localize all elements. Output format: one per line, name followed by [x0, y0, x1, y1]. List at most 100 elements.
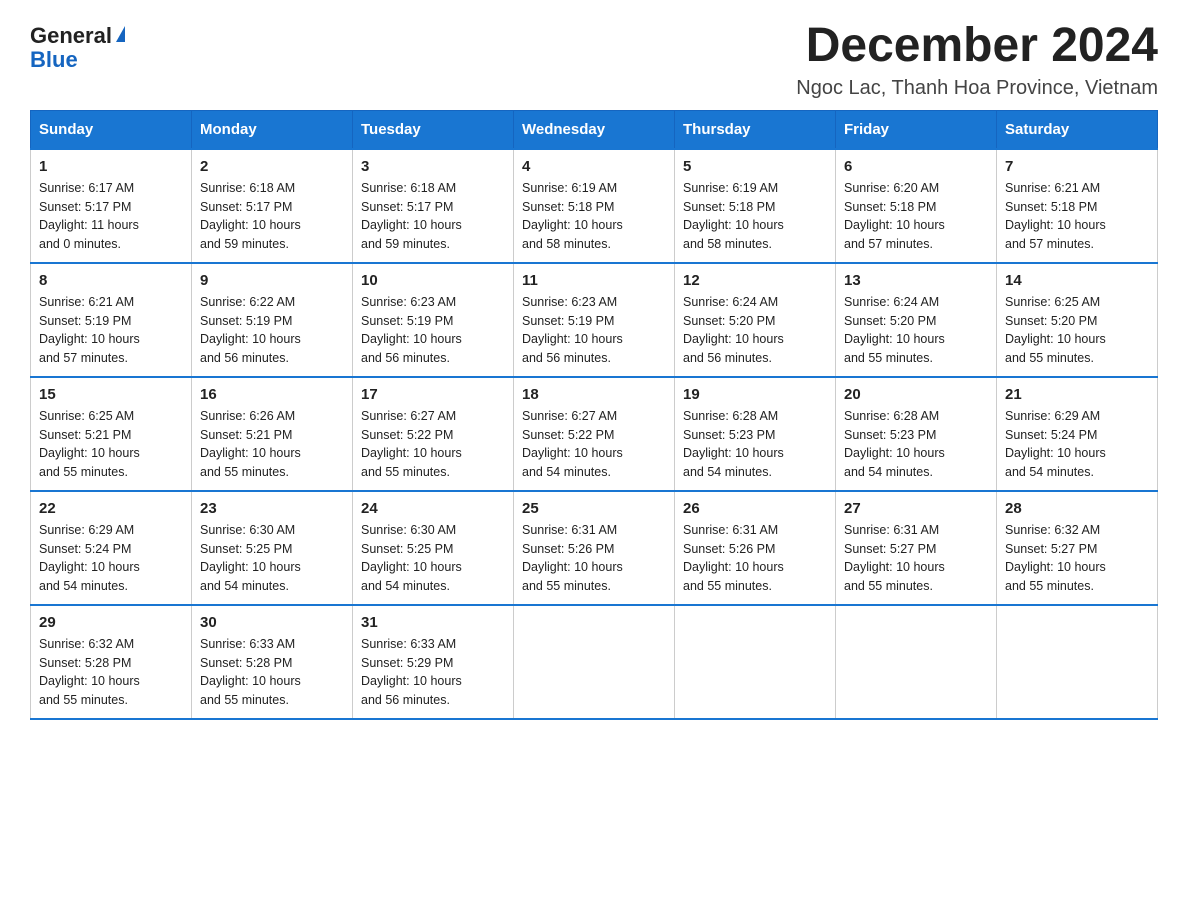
day-number: 20 [844, 386, 988, 403]
calendar-cell: 29Sunrise: 6:32 AMSunset: 5:28 PMDayligh… [31, 605, 192, 719]
day-number: 6 [844, 158, 988, 175]
day-info: Sunrise: 6:33 AMSunset: 5:29 PMDaylight:… [361, 635, 505, 710]
calendar-cell: 27 Sunrise: 6:31 AMSunset: 5:27 PMDayligh… [836, 491, 997, 605]
calendar-cell: 4 Sunrise: 6:19 AMSunset: 5:18 PMDaylight… [514, 149, 675, 263]
day-number: 25 [522, 500, 666, 517]
day-info: Sunrise: 6:23 AMSunset: 5:19 PMDaylight:… [361, 293, 505, 368]
day-number: 29 [39, 614, 183, 631]
day-number: 4 [522, 158, 666, 175]
day-info: Sunrise: 6:28 AMSunset: 5:23 PMDaylight:… [844, 407, 988, 482]
day-number: 7 [1005, 158, 1149, 175]
calendar-cell: 28 Sunrise: 6:32 AMSunset: 5:27 PMDayligh… [997, 491, 1158, 605]
day-number: 14 [1005, 272, 1149, 289]
calendar-cell [997, 605, 1158, 719]
calendar-header-tuesday: Tuesday [353, 110, 514, 149]
calendar-cell: 26 Sunrise: 6:31 AMSunset: 5:26 PMDayligh… [675, 491, 836, 605]
calendar-header-sunday: Sunday [31, 110, 192, 149]
calendar-cell: 11Sunrise: 6:23 AMSunset: 5:19 PMDayligh… [514, 263, 675, 377]
logo: General Blue [30, 25, 125, 71]
calendar-cell: 10 Sunrise: 6:23 AMSunset: 5:19 PMDayligh… [353, 263, 514, 377]
day-number: 16 [200, 386, 344, 403]
calendar-body: 1 Sunrise: 6:17 AMSunset: 5:17 PMDaylight… [31, 149, 1158, 719]
day-number: 30 [200, 614, 344, 631]
day-info: Sunrise: 6:27 AMSunset: 5:22 PMDaylight:… [361, 407, 505, 482]
day-number: 22 [39, 500, 183, 517]
day-number: 23 [200, 500, 344, 517]
calendar-cell: 16Sunrise: 6:26 AMSunset: 5:21 PMDayligh… [192, 377, 353, 491]
calendar-cell: 14Sunrise: 6:25 AMSunset: 5:20 PMDayligh… [997, 263, 1158, 377]
day-number: 21 [1005, 386, 1149, 403]
day-number: 1 [39, 158, 183, 175]
calendar-cell: 23 Sunrise: 6:30 AMSunset: 5:25 PMDayligh… [192, 491, 353, 605]
day-info: Sunrise: 6:30 AMSunset: 5:25 PMDaylight:… [200, 521, 344, 596]
day-info: Sunrise: 6:31 AMSunset: 5:26 PMDaylight:… [683, 521, 827, 596]
day-number: 2 [200, 158, 344, 175]
day-info: Sunrise: 6:19 AMSunset: 5:18 PMDaylight:… [683, 179, 827, 254]
calendar-header-wednesday: Wednesday [514, 110, 675, 149]
day-info: Sunrise: 6:24 AMSunset: 5:20 PMDaylight:… [683, 293, 827, 368]
calendar-cell: 8Sunrise: 6:21 AMSunset: 5:19 PMDaylight… [31, 263, 192, 377]
calendar-week-row: 1 Sunrise: 6:17 AMSunset: 5:17 PMDaylight… [31, 149, 1158, 263]
day-info: Sunrise: 6:29 AMSunset: 5:24 PMDaylight:… [1005, 407, 1149, 482]
calendar-cell: 1 Sunrise: 6:17 AMSunset: 5:17 PMDaylight… [31, 149, 192, 263]
day-number: 15 [39, 386, 183, 403]
logo-triangle-icon [116, 26, 125, 42]
calendar-cell: 7 Sunrise: 6:21 AMSunset: 5:18 PMDaylight… [997, 149, 1158, 263]
calendar-cell: 2Sunrise: 6:18 AMSunset: 5:17 PMDaylight… [192, 149, 353, 263]
calendar-cell: 18 Sunrise: 6:27 AMSunset: 5:22 PMDayligh… [514, 377, 675, 491]
calendar-cell: 21 Sunrise: 6:29 AMSunset: 5:24 PMDayligh… [997, 377, 1158, 491]
day-number: 9 [200, 272, 344, 289]
day-info: Sunrise: 6:18 AMSunset: 5:17 PMDaylight:… [361, 179, 505, 254]
day-number: 12 [683, 272, 827, 289]
calendar-cell: 17Sunrise: 6:27 AMSunset: 5:22 PMDayligh… [353, 377, 514, 491]
day-info: Sunrise: 6:27 AMSunset: 5:22 PMDaylight:… [522, 407, 666, 482]
calendar-cell: 30Sunrise: 6:33 AMSunset: 5:28 PMDayligh… [192, 605, 353, 719]
day-info: Sunrise: 6:31 AMSunset: 5:27 PMDaylight:… [844, 521, 988, 596]
day-info: Sunrise: 6:32 AMSunset: 5:27 PMDaylight:… [1005, 521, 1149, 596]
calendar-week-row: 22 Sunrise: 6:29 AMSunset: 5:24 PMDayligh… [31, 491, 1158, 605]
day-number: 26 [683, 500, 827, 517]
calendar-cell [675, 605, 836, 719]
month-title: December 2024 [796, 20, 1158, 73]
day-number: 3 [361, 158, 505, 175]
day-number: 31 [361, 614, 505, 631]
day-info: Sunrise: 6:20 AMSunset: 5:18 PMDaylight:… [844, 179, 988, 254]
calendar-cell: 24 Sunrise: 6:30 AMSunset: 5:25 PMDayligh… [353, 491, 514, 605]
day-number: 11 [522, 272, 666, 289]
day-number: 28 [1005, 500, 1149, 517]
calendar-header-row: SundayMondayTuesdayWednesdayThursdayFrid… [31, 110, 1158, 149]
logo-general: General [30, 25, 112, 47]
logo-blue: Blue [30, 49, 78, 71]
day-info: Sunrise: 6:31 AMSunset: 5:26 PMDaylight:… [522, 521, 666, 596]
calendar-header-friday: Friday [836, 110, 997, 149]
location-title: Ngoc Lac, Thanh Hoa Province, Vietnam [796, 77, 1158, 100]
day-info: Sunrise: 6:28 AMSunset: 5:23 PMDaylight:… [683, 407, 827, 482]
calendar-header-thursday: Thursday [675, 110, 836, 149]
day-number: 5 [683, 158, 827, 175]
calendar-table: SundayMondayTuesdayWednesdayThursdayFrid… [30, 110, 1158, 720]
calendar-cell: 9 Sunrise: 6:22 AMSunset: 5:19 PMDaylight… [192, 263, 353, 377]
day-number: 18 [522, 386, 666, 403]
calendar-cell: 19Sunrise: 6:28 AMSunset: 5:23 PMDayligh… [675, 377, 836, 491]
day-number: 24 [361, 500, 505, 517]
day-number: 27 [844, 500, 988, 517]
day-number: 10 [361, 272, 505, 289]
day-info: Sunrise: 6:22 AMSunset: 5:19 PMDaylight:… [200, 293, 344, 368]
calendar-cell: 3 Sunrise: 6:18 AMSunset: 5:17 PMDaylight… [353, 149, 514, 263]
day-info: Sunrise: 6:19 AMSunset: 5:18 PMDaylight:… [522, 179, 666, 254]
title-section: December 2024 Ngoc Lac, Thanh Hoa Provin… [796, 20, 1158, 100]
day-number: 8 [39, 272, 183, 289]
day-number: 13 [844, 272, 988, 289]
page-header: General Blue December 2024 Ngoc Lac, Tha… [30, 20, 1158, 100]
day-info: Sunrise: 6:30 AMSunset: 5:25 PMDaylight:… [361, 521, 505, 596]
calendar-cell: 6 Sunrise: 6:20 AMSunset: 5:18 PMDaylight… [836, 149, 997, 263]
day-info: Sunrise: 6:25 AMSunset: 5:21 PMDaylight:… [39, 407, 183, 482]
day-info: Sunrise: 6:17 AMSunset: 5:17 PMDaylight:… [39, 179, 183, 254]
calendar-cell: 25 Sunrise: 6:31 AMSunset: 5:26 PMDayligh… [514, 491, 675, 605]
calendar-cell: 31 Sunrise: 6:33 AMSunset: 5:29 PMDayligh… [353, 605, 514, 719]
calendar-cell: 22 Sunrise: 6:29 AMSunset: 5:24 PMDayligh… [31, 491, 192, 605]
calendar-header-saturday: Saturday [997, 110, 1158, 149]
day-info: Sunrise: 6:24 AMSunset: 5:20 PMDaylight:… [844, 293, 988, 368]
day-info: Sunrise: 6:21 AMSunset: 5:18 PMDaylight:… [1005, 179, 1149, 254]
day-info: Sunrise: 6:29 AMSunset: 5:24 PMDaylight:… [39, 521, 183, 596]
